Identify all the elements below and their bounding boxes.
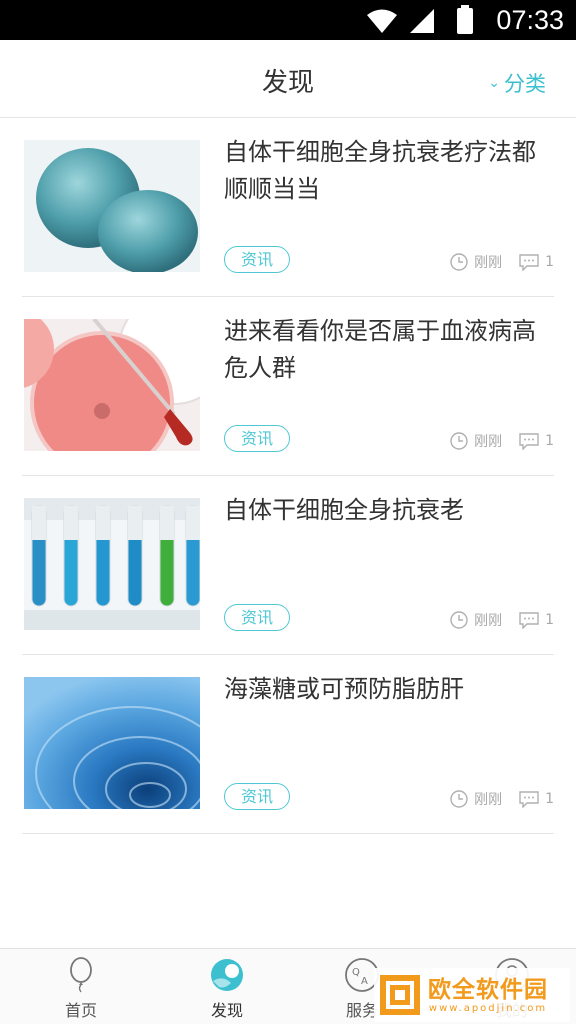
article-title: 自体干细胞全身抗衰老疗法都顺顺当当 (224, 138, 536, 203)
test-tubes-image (24, 498, 200, 630)
list-item[interactable]: 自体干细胞全身抗衰老疗法都顺顺当当 资讯 刚刚 1 (22, 118, 554, 297)
article-time: 刚刚 (474, 255, 503, 271)
comment-icon (519, 791, 539, 808)
list-item[interactable]: 海藻糖或可预防脂肪肝 资讯 刚刚 1 (22, 655, 554, 834)
article-tag: 资讯 (224, 783, 290, 810)
article-meta: 刚刚 1 (450, 252, 554, 272)
comment-icon (519, 612, 539, 629)
article-time: 刚刚 (474, 434, 503, 450)
watermark-text: 欧全软件园 (428, 976, 548, 1003)
petri-dish-image (24, 319, 200, 451)
comment-count: 1 (545, 791, 554, 807)
article-time: 刚刚 (474, 613, 503, 629)
status-bar: 07:33 (0, 0, 576, 40)
discover-icon (211, 959, 243, 991)
category-label: 分类 (504, 72, 546, 96)
svg-text:A: A (361, 976, 368, 987)
tab-label: 发现 (210, 1001, 243, 1020)
tab-home[interactable]: 首页 (41, 957, 121, 1021)
clock-icon (450, 432, 468, 450)
comment-count: 1 (545, 612, 554, 628)
article-title: 自体干细胞全身抗衰老 (224, 496, 464, 524)
svg-text:Q: Q (352, 967, 360, 978)
tab-discover[interactable]: 发现 (187, 957, 267, 1021)
category-button[interactable]: ⌄ 分类 (488, 68, 546, 98)
clock-icon (450, 253, 468, 271)
watermark: 欧全软件园 www.apodjin.com (374, 968, 570, 1022)
article-meta: 刚刚 1 (450, 431, 554, 451)
cells-image (24, 140, 200, 272)
list-item[interactable]: 自体干细胞全身抗衰老 资讯 刚刚 1 (22, 476, 554, 655)
article-meta: 刚刚 1 (450, 610, 554, 630)
wifi-icon (367, 9, 397, 33)
article-meta: 刚刚 1 (450, 789, 554, 809)
comment-count: 1 (545, 433, 554, 449)
article-tag: 资讯 (224, 246, 290, 273)
article-title: 海藻糖或可预防脂肪肝 (224, 675, 464, 703)
balloon-icon (70, 957, 92, 993)
chevron-down-icon: ⌄ (488, 75, 500, 91)
clock-icon (450, 611, 468, 629)
signal-icon (410, 9, 434, 33)
status-time: 07:33 (496, 5, 564, 35)
article-tag: 资讯 (224, 425, 290, 452)
watermark-url: www.apodjin.com (428, 1002, 548, 1014)
comment-icon (519, 433, 539, 450)
water-swirl-image (24, 677, 200, 809)
comment-count: 1 (545, 254, 554, 270)
tab-label: 首页 (64, 1001, 97, 1020)
article-tag: 资讯 (224, 604, 290, 631)
clock-icon (450, 790, 468, 808)
article-list: 自体干细胞全身抗衰老疗法都顺顺当当 资讯 刚刚 1 进来看看你是否属于血液病高危… (0, 118, 576, 834)
watermark-logo (380, 975, 420, 1015)
article-time: 刚刚 (474, 792, 503, 808)
list-item[interactable]: 进来看看你是否属于血液病高危人群 资讯 刚刚 1 (22, 297, 554, 476)
battery-icon (457, 5, 473, 34)
comment-icon (519, 254, 539, 271)
article-title: 进来看看你是否属于血液病高危人群 (224, 317, 536, 382)
header: 发现 ⌄ 分类 (0, 40, 576, 118)
